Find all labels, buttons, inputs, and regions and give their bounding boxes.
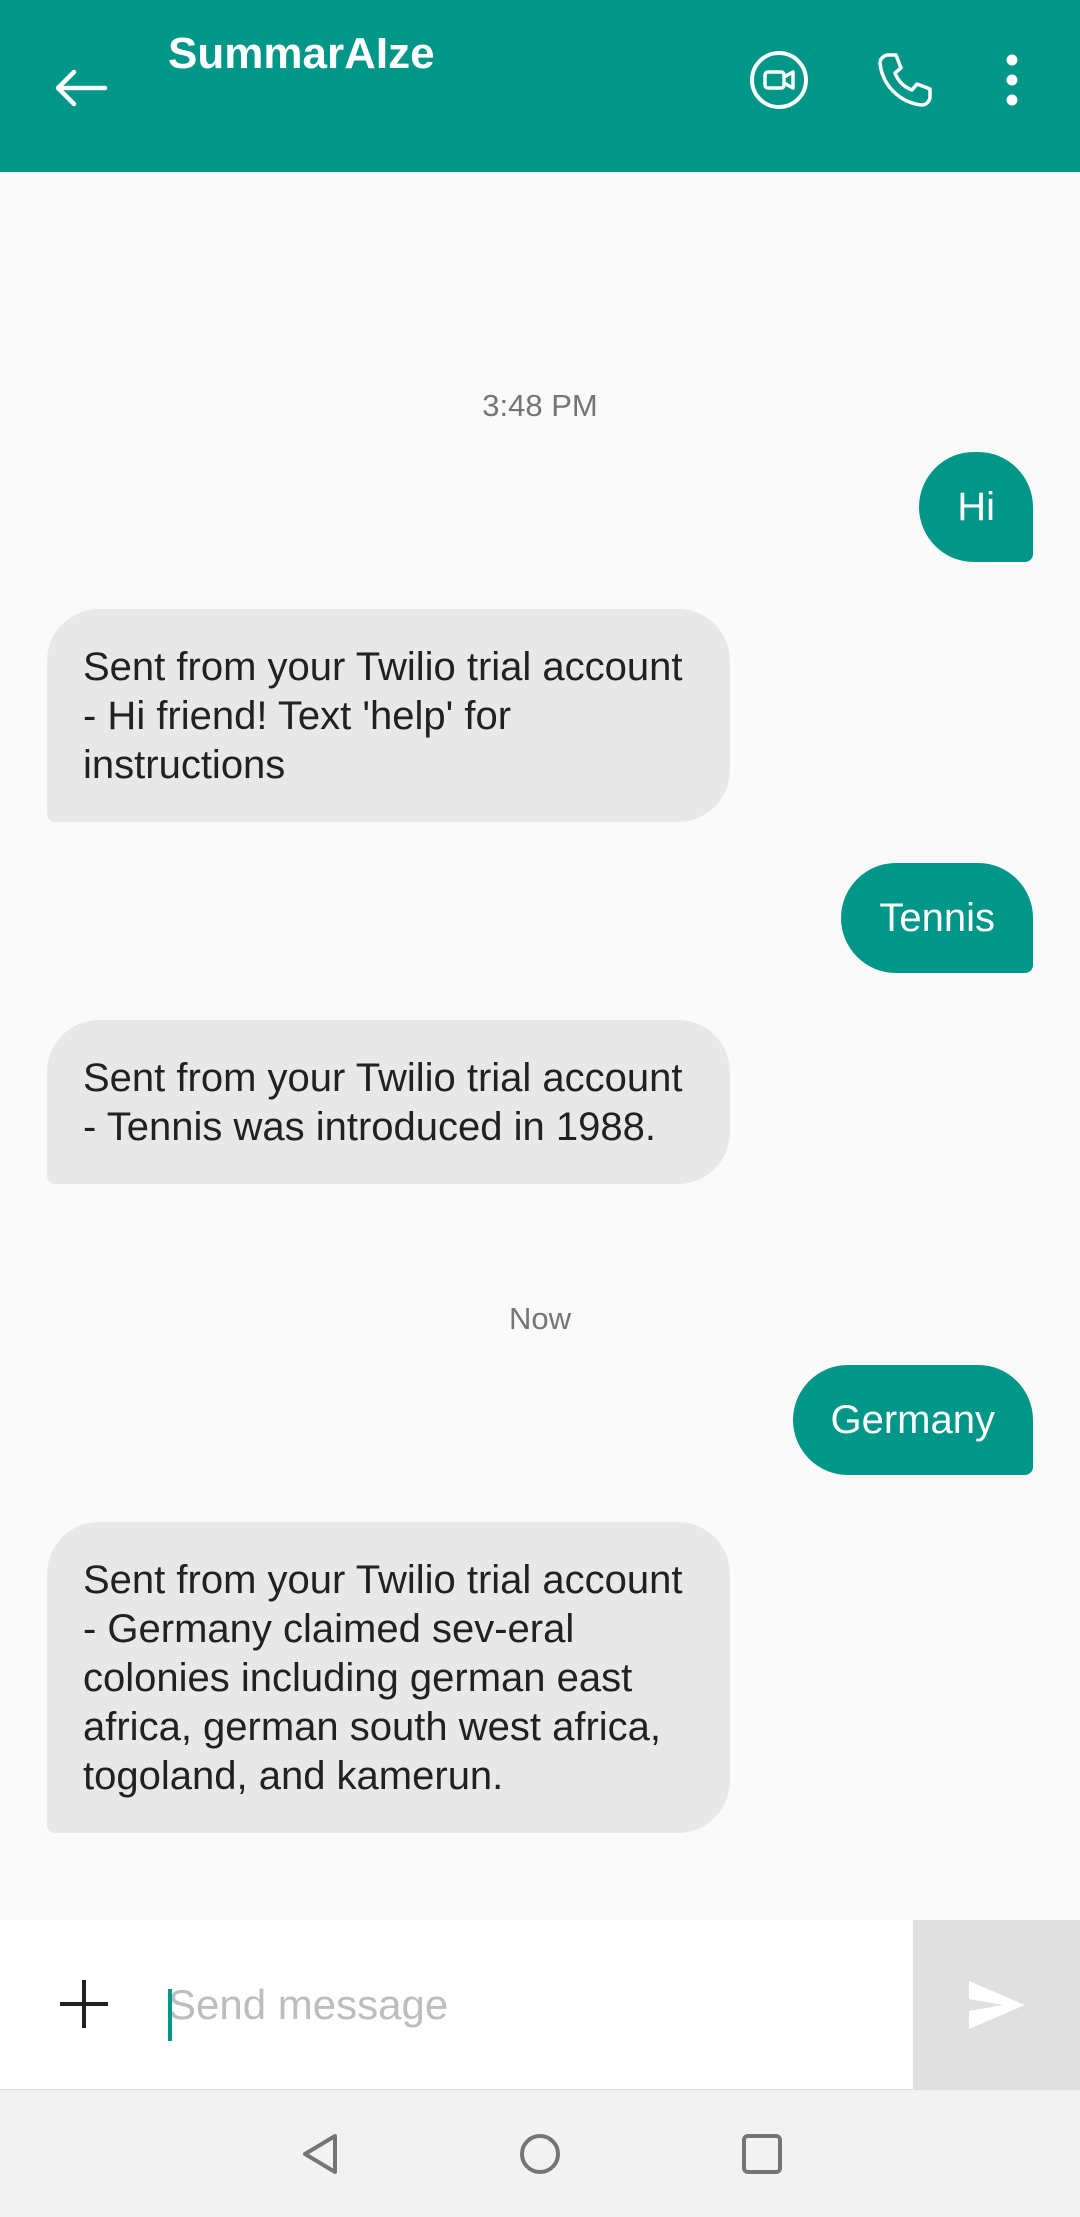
send-button[interactable] [913, 1920, 1080, 2089]
more-vert-icon [1006, 54, 1018, 106]
attach-button[interactable] [42, 1962, 126, 2046]
more-options-button[interactable] [970, 38, 1054, 122]
nav-home-button[interactable] [502, 2116, 578, 2192]
nav-back-button[interactable] [282, 2116, 358, 2192]
incoming-message[interactable]: Sent from your Twilio trial account - Hi… [47, 609, 730, 822]
nav-recents-icon [742, 2134, 782, 2174]
send-icon [968, 1980, 1025, 2029]
timestamp: 3:48 PM [482, 388, 598, 423]
nav-recents-button[interactable] [724, 2116, 800, 2192]
timestamp: Now [508, 1301, 571, 1336]
text-cursor [168, 1989, 172, 2041]
incoming-message[interactable]: Sent from your Twilio trial account - Te… [47, 1020, 730, 1184]
nav-home-icon [520, 2134, 560, 2174]
nav-back-icon [303, 2134, 337, 2174]
video-call-icon [750, 51, 808, 109]
incoming-message[interactable]: Sent from your Twilio trial account - Ge… [47, 1522, 730, 1833]
phone-call-button[interactable] [863, 38, 947, 122]
outgoing-message[interactable]: Hi [919, 452, 1033, 562]
video-call-button[interactable] [737, 38, 821, 122]
message-input[interactable] [168, 1966, 888, 2044]
outgoing-message[interactable]: Tennis [841, 863, 1033, 973]
plus-icon [60, 1980, 108, 2028]
message-list[interactable]: 3:48 PM Hi Sent from your Twilio trial a… [0, 172, 1080, 1920]
arrow-left-icon [55, 69, 108, 107]
outgoing-message[interactable]: Germany [792, 1365, 1033, 1475]
phone-icon [878, 53, 932, 107]
conversation-title: SummarAIze [168, 29, 435, 78]
app-bar: SummarAIze [0, 0, 1080, 172]
back-button[interactable] [38, 46, 122, 130]
system-nav-bar [0, 2089, 1080, 2217]
